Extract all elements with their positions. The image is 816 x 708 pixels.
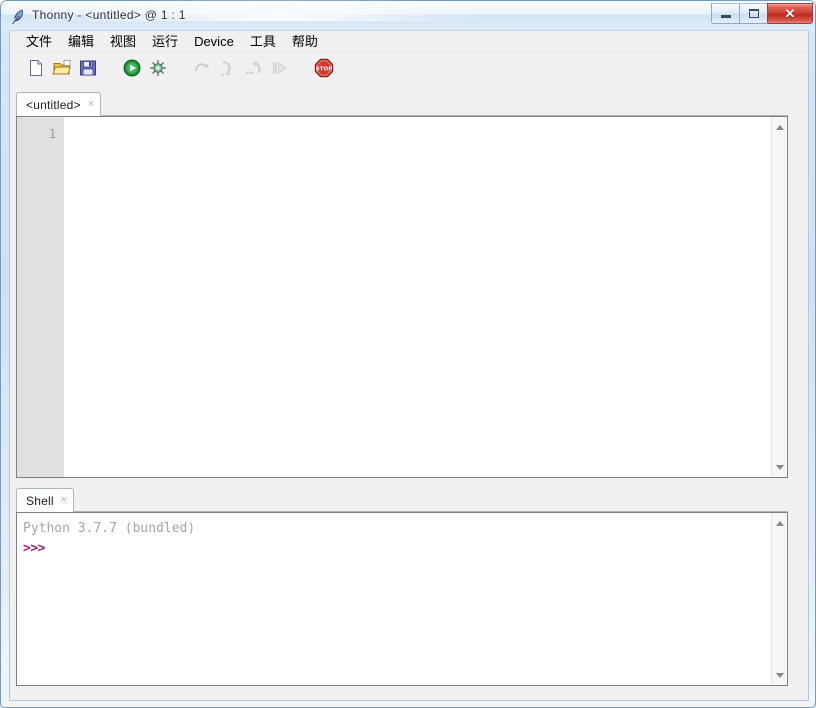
debug-button[interactable] [146, 58, 170, 82]
editor-pane: 1 [16, 116, 788, 478]
shell-tab-close-icon[interactable]: × [61, 495, 67, 506]
editor-tabstrip: <untitled> × [16, 92, 788, 116]
run-button[interactable] [120, 58, 144, 82]
chevron-down-icon [776, 465, 784, 470]
editor-tab-close-icon[interactable]: × [88, 99, 94, 110]
chevron-up-icon [776, 521, 784, 526]
client-area: 文件 编辑 视图 运行 Device 工具 帮助 [9, 30, 809, 701]
editor-text-area[interactable] [65, 117, 771, 477]
editor-tab-label: <untitled> [26, 98, 81, 112]
thonny-main-window: Thonny - <untitled> @ 1 : 1 ✕ 文件 编辑 视图 运… [0, 0, 816, 708]
menu-bar: 文件 编辑 视图 运行 Device 工具 帮助 [10, 31, 808, 53]
menu-run[interactable]: 运行 [144, 32, 186, 52]
shell-prompt-line: >>> [23, 539, 771, 559]
maximize-button[interactable] [739, 3, 768, 24]
editor-line-number-gutter: 1 [17, 117, 65, 477]
menu-file[interactable]: 文件 [18, 32, 60, 52]
editor-scroll-down-arrow[interactable] [772, 459, 787, 475]
line-number: 1 [49, 127, 56, 141]
save-file-icon [78, 58, 98, 83]
stop-button[interactable]: STOP [312, 58, 336, 82]
open-file-icon [52, 58, 72, 83]
minimize-button[interactable] [711, 3, 740, 24]
status-strip [10, 688, 808, 700]
editor-scroll-up-arrow[interactable] [772, 119, 787, 135]
debug-icon [148, 58, 168, 83]
editor-vertical-scrollbar[interactable] [771, 117, 787, 477]
stop-icon: STOP [313, 57, 335, 84]
shell-tabstrip: Shell × [16, 488, 788, 512]
toolbar: STOP [10, 53, 808, 87]
svg-text:STOP: STOP [316, 66, 333, 72]
menu-edit[interactable]: 编辑 [60, 32, 102, 52]
title-bar[interactable]: Thonny - <untitled> @ 1 : 1 ✕ [2, 2, 816, 28]
resume-button[interactable] [268, 58, 292, 82]
new-file-button[interactable] [24, 58, 48, 82]
editor-notebook: <untitled> × [16, 92, 788, 116]
open-file-button[interactable] [50, 58, 74, 82]
shell-text-area[interactable]: Python 3.7.7 (bundled) >>> [17, 513, 771, 685]
shell-scroll-down-arrow[interactable] [772, 667, 787, 683]
window-controls: ✕ [712, 3, 813, 24]
step-out-icon [244, 58, 264, 83]
shell-tab-label: Shell [26, 494, 54, 508]
minimize-icon [721, 15, 731, 18]
panes-container: <untitled> × 1 [10, 88, 808, 700]
run-icon [122, 58, 142, 83]
shell-banner-line: Python 3.7.7 (bundled) [23, 519, 771, 539]
shell-tab[interactable]: Shell × [16, 488, 74, 512]
save-file-button[interactable] [76, 58, 100, 82]
step-into-icon [218, 58, 238, 83]
shell-scroll-up-arrow[interactable] [772, 515, 787, 531]
step-over-icon [192, 58, 212, 83]
menu-tools[interactable]: 工具 [242, 32, 284, 52]
new-file-icon [26, 58, 46, 83]
resume-icon [270, 58, 290, 83]
shell-notebook: Shell × [16, 488, 788, 512]
step-into-button[interactable] [216, 58, 240, 82]
menu-help[interactable]: 帮助 [284, 32, 326, 52]
chevron-up-icon [776, 125, 784, 130]
close-icon: ✕ [785, 7, 796, 20]
shell-pane: Python 3.7.7 (bundled) >>> [16, 512, 788, 686]
chevron-down-icon [776, 673, 784, 678]
maximize-icon [749, 9, 759, 18]
close-button[interactable]: ✕ [767, 3, 813, 24]
menu-view[interactable]: 视图 [102, 32, 144, 52]
window-title: Thonny - <untitled> @ 1 : 1 [32, 8, 186, 22]
editor-tab-untitled[interactable]: <untitled> × [16, 92, 101, 116]
feather-quill-icon [10, 8, 26, 24]
step-out-button[interactable] [242, 58, 266, 82]
menu-device[interactable]: Device [186, 32, 242, 52]
shell-vertical-scrollbar[interactable] [771, 513, 787, 685]
step-over-button[interactable] [190, 58, 214, 82]
